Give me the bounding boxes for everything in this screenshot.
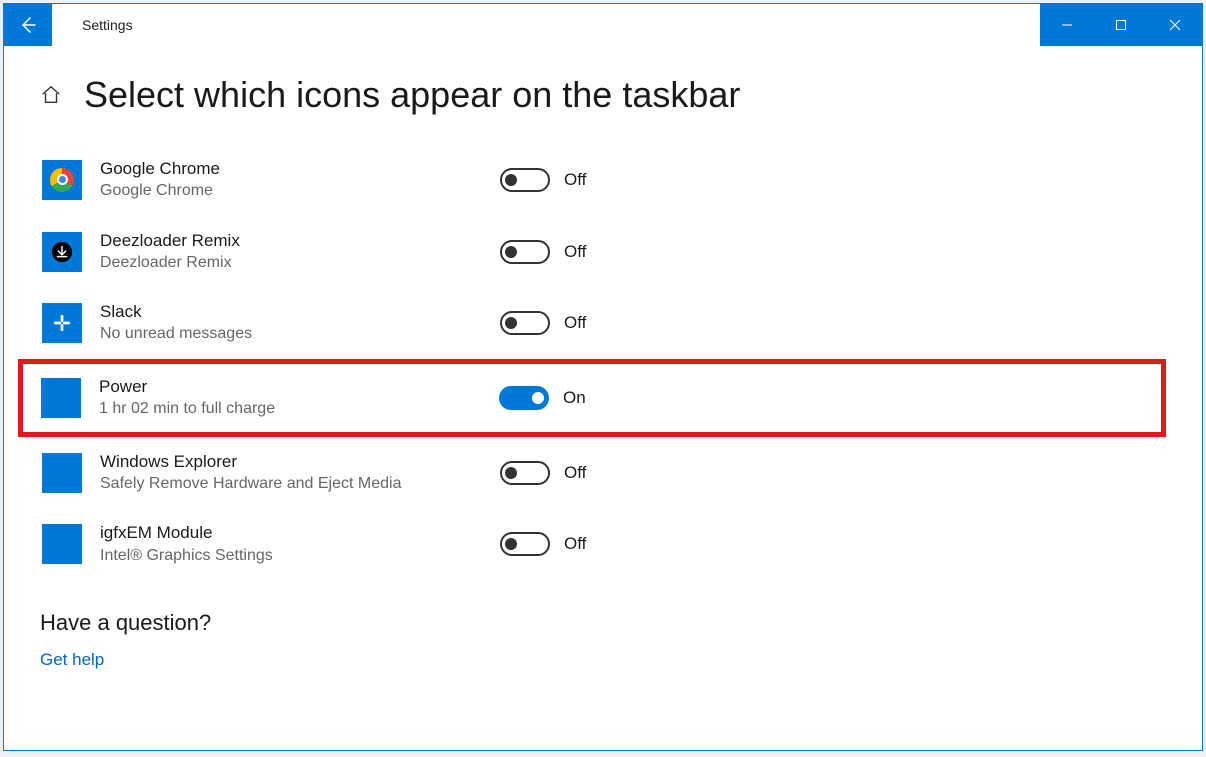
igfxem-icon [42,524,82,564]
toggle-chrome[interactable] [500,168,550,192]
item-name: igfxEM Module [100,522,500,544]
power-icon [41,378,81,418]
item-name: Power [99,376,499,398]
item-sub: Google Chrome [100,180,500,202]
item-sub: No unread messages [100,323,500,345]
close-button[interactable] [1148,4,1202,46]
slack-icon [42,303,82,343]
item-name: Windows Explorer [100,451,500,473]
toggle-power[interactable] [499,386,549,410]
list-item: igfxEM Module Intel® Graphics Settings O… [40,508,1166,580]
item-sub: Deezloader Remix [100,252,500,274]
explorer-icon [42,453,82,493]
list-item: Slack No unread messages Off [40,287,1166,359]
item-sub: Safely Remove Hardware and Eject Media [100,473,500,495]
content-area: Select which icons appear on the taskbar… [4,46,1202,750]
maximize-icon [1115,19,1127,31]
chrome-icon [42,160,82,200]
list-item-highlighted: Power 1 hr 02 min to full charge On [18,359,1166,437]
toggle-state: Off [564,534,586,554]
deezloader-icon [42,232,82,272]
item-name: Slack [100,301,500,323]
window-controls [1040,4,1202,46]
toggle-state: Off [564,463,586,483]
item-sub: 1 hr 02 min to full charge [99,398,499,420]
toggle-explorer[interactable] [500,461,550,485]
toggle-state: Off [564,170,586,190]
list-item: Windows Explorer Safely Remove Hardware … [40,437,1166,509]
item-name: Google Chrome [100,158,500,180]
home-icon[interactable] [40,84,62,106]
settings-window: Settings Select which icons appear on th… [3,3,1203,751]
list-item: Google Chrome Google Chrome Off [40,144,1166,216]
maximize-button[interactable] [1094,4,1148,46]
toggle-state: Off [564,313,586,333]
toggle-deezloader[interactable] [500,240,550,264]
toggle-igfxem[interactable] [500,532,550,556]
title-bar: Settings [4,4,1202,46]
back-arrow-icon [18,15,38,35]
heading-row: Select which icons appear on the taskbar [40,74,1166,116]
item-sub: Intel® Graphics Settings [100,545,500,567]
list-item: Deezloader Remix Deezloader Remix Off [40,216,1166,288]
help-heading: Have a question? [40,610,1166,636]
toggle-state: On [563,388,586,408]
back-button[interactable] [4,4,52,46]
icon-list: Google Chrome Google Chrome Off Deezloa [40,144,1166,580]
minimize-button[interactable] [1040,4,1094,46]
close-icon [1169,19,1181,31]
toggle-slack[interactable] [500,311,550,335]
minimize-icon [1061,19,1073,31]
window-title: Settings [52,4,1040,46]
toggle-state: Off [564,242,586,262]
get-help-link[interactable]: Get help [40,650,1166,670]
item-name: Deezloader Remix [100,230,500,252]
page-title: Select which icons appear on the taskbar [84,74,740,116]
